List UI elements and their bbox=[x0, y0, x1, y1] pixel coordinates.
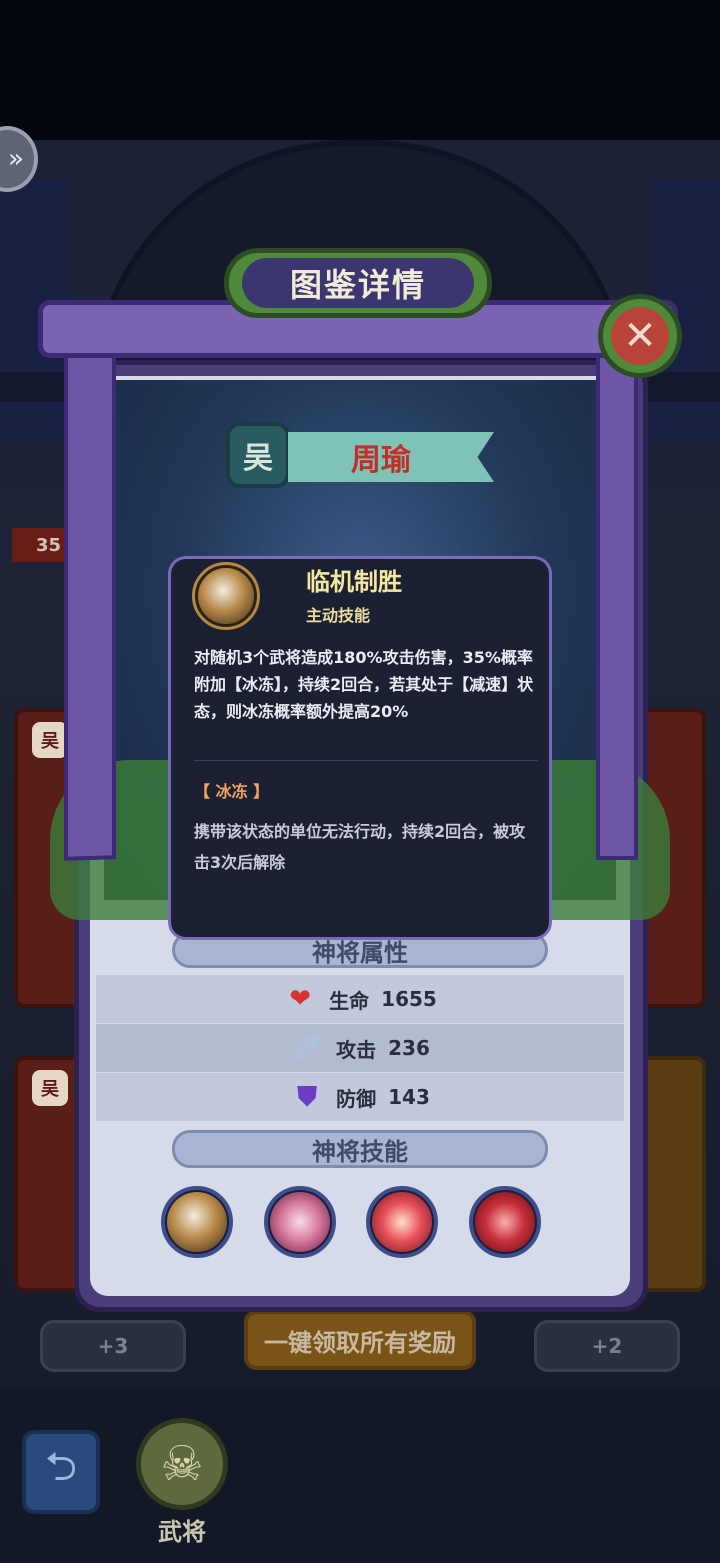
skills-header-label: 神将技能 bbox=[312, 1137, 408, 1166]
panel-title-plaque: 图鉴详情 bbox=[224, 248, 492, 318]
stat-row-hp: ❤ 生命 1655 bbox=[96, 975, 624, 1023]
rose-skill-icon bbox=[475, 1192, 535, 1252]
hero-name-ribbon: 周瑜 bbox=[288, 432, 494, 482]
frame-left-pillar bbox=[64, 339, 116, 861]
skull-icon: ☠ bbox=[136, 1418, 228, 1510]
left-card-faction-badge: 吴 bbox=[32, 722, 68, 758]
tooltip-status-name: 【 冰冻 】 bbox=[194, 782, 270, 801]
hero-faction-badge: 吴 bbox=[226, 422, 290, 488]
reward-left-count: +3 bbox=[97, 1334, 129, 1358]
reward-left-pill[interactable]: +3 bbox=[40, 1320, 186, 1372]
stat-label: 攻击 bbox=[336, 1037, 377, 1062]
skill-slot-3[interactable] bbox=[366, 1186, 438, 1258]
bottom-nav-bar bbox=[0, 1390, 720, 1563]
back-arrow-icon: ⮌ bbox=[44, 1444, 78, 1490]
skill-slot-1[interactable] bbox=[161, 1186, 233, 1258]
nav-general-tab[interactable]: ☠ 武将 bbox=[132, 1418, 232, 1548]
stat-label: 防御 bbox=[336, 1086, 377, 1111]
stat-value: 143 bbox=[388, 1085, 430, 1109]
hero-name: 周瑜 bbox=[351, 443, 411, 478]
claim-all-label: 一键领取所有奖励 bbox=[264, 1328, 456, 1357]
frame-right-pillar bbox=[596, 340, 638, 860]
shield-icon: ⛊ bbox=[297, 1081, 317, 1112]
tooltip-skill-type: 主动技能 bbox=[306, 606, 371, 625]
left-card-faction-badge-2: 吴 bbox=[32, 1070, 68, 1106]
stat-label: 生命 bbox=[329, 988, 370, 1013]
skills-header: 神将技能 bbox=[172, 1130, 548, 1168]
panel-title: 图鉴详情 bbox=[242, 258, 474, 308]
close-button[interactable]: ✕ bbox=[598, 294, 682, 378]
tooltip-skill-icon-ring bbox=[192, 562, 260, 630]
stat-value: 1655 bbox=[381, 987, 437, 1011]
blossom-skill-icon bbox=[270, 1192, 330, 1252]
tooltip-divider bbox=[194, 760, 538, 761]
double-chevron-icon: » bbox=[8, 144, 24, 174]
mask-skill-icon bbox=[198, 568, 254, 624]
level-badge: 35 bbox=[12, 528, 72, 562]
stat-row-defense: ⛊ 防御 143 bbox=[96, 1073, 624, 1121]
skill-slot-2[interactable] bbox=[264, 1186, 336, 1258]
back-button[interactable]: ⮌ bbox=[22, 1430, 100, 1514]
tooltip-skill-name: 临机制胜 bbox=[306, 568, 402, 596]
heart-icon: ❤ bbox=[289, 984, 312, 1014]
tooltip-skill-description: 对随机3个武将造成180%攻击伤害，35%概率附加【冰冻】，持续2回合，若其处于… bbox=[194, 648, 534, 721]
close-x-icon: ✕ bbox=[611, 307, 669, 365]
lotus-skill-icon bbox=[372, 1192, 432, 1252]
nav-general-label: 武将 bbox=[158, 1518, 206, 1546]
stat-row-attack: 🗡 攻击 236 bbox=[96, 1024, 624, 1072]
tooltip-status-description: 携带该状态的单位无法行动，持续2回合，被攻击3次后解除 bbox=[194, 822, 526, 872]
top-dark-strip bbox=[0, 0, 720, 140]
claim-all-rewards-button[interactable]: 一键领取所有奖励 bbox=[244, 1310, 476, 1370]
mask-skill-icon bbox=[167, 1192, 227, 1252]
reward-right-pill[interactable]: +2 bbox=[534, 1320, 680, 1372]
stat-value: 236 bbox=[388, 1036, 430, 1060]
sword-icon: 🗡 bbox=[290, 1033, 324, 1063]
skill-slot-4[interactable] bbox=[469, 1186, 541, 1258]
reward-right-count: +2 bbox=[591, 1334, 623, 1358]
